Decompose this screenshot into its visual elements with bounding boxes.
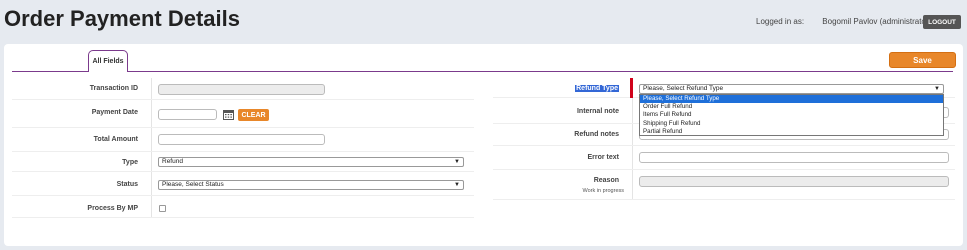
page-title: Order Payment Details	[4, 6, 240, 31]
logged-in-label: Logged in as:	[756, 17, 805, 26]
transaction-id-label: Transaction ID	[89, 85, 138, 92]
error-text-input[interactable]	[639, 152, 949, 163]
save-button[interactable]: Save	[889, 52, 956, 68]
refund-notes-label: Refund notes	[574, 131, 619, 138]
error-text-label: Error text	[587, 154, 619, 161]
logout-button[interactable]: LOGOUT	[923, 15, 961, 29]
payment-date-input[interactable]	[158, 109, 217, 120]
calendar-icon[interactable]	[223, 110, 234, 120]
reason-label: Reason	[593, 177, 619, 184]
total-amount-label: Total Amount	[93, 136, 138, 143]
status-label: Status	[116, 181, 138, 188]
process-by-mp-label: Process By MP	[87, 205, 138, 212]
transaction-id-input[interactable]	[158, 84, 325, 95]
dropdown-option[interactable]: Order Full Refund	[640, 103, 943, 111]
process-by-mp-checkbox[interactable]	[159, 205, 166, 212]
refund-type-select[interactable]: Please, Select Refund Type ▼	[639, 84, 944, 94]
payment-date-label: Payment Date	[91, 109, 138, 116]
current-user: Bogomil Pavlov (administrator)	[822, 17, 932, 26]
type-select[interactable]: Refund ▼	[158, 157, 464, 167]
tab-underline	[12, 71, 953, 72]
status-select-value: Please, Select Status	[162, 181, 224, 188]
dropdown-option[interactable]: Shipping Full Refund	[640, 120, 943, 128]
login-info: Logged in as: Bogomil Pavlov (administra…	[756, 17, 931, 26]
chevron-down-icon: ▼	[454, 182, 460, 188]
refund-type-label: Refund Type	[493, 85, 619, 92]
required-indicator	[630, 78, 633, 98]
reason-input[interactable]	[639, 176, 949, 187]
refund-type-dropdown-list: Please, Select Refund Type Order Full Re…	[639, 94, 944, 136]
dropdown-option[interactable]: Items Full Refund	[640, 111, 943, 119]
status-select[interactable]: Please, Select Status ▼	[158, 180, 464, 190]
type-select-value: Refund	[162, 158, 183, 165]
internal-note-label: Internal note	[576, 108, 619, 115]
refund-type-select-value: Please, Select Refund Type	[643, 85, 724, 92]
reason-sublabel: Work in progress	[582, 188, 624, 194]
clear-date-button[interactable]: CLEAR	[238, 109, 269, 121]
chevron-down-icon: ▼	[934, 86, 940, 92]
tab-all-fields[interactable]: All Fields	[88, 50, 128, 72]
chevron-down-icon: ▼	[454, 159, 460, 165]
dropdown-option[interactable]: Partial Refund	[640, 128, 943, 136]
refund-type-label-text: Refund Type	[575, 85, 619, 92]
total-amount-input[interactable]	[158, 134, 325, 145]
dropdown-option[interactable]: Please, Select Refund Type	[640, 95, 943, 104]
type-label: Type	[122, 159, 138, 166]
